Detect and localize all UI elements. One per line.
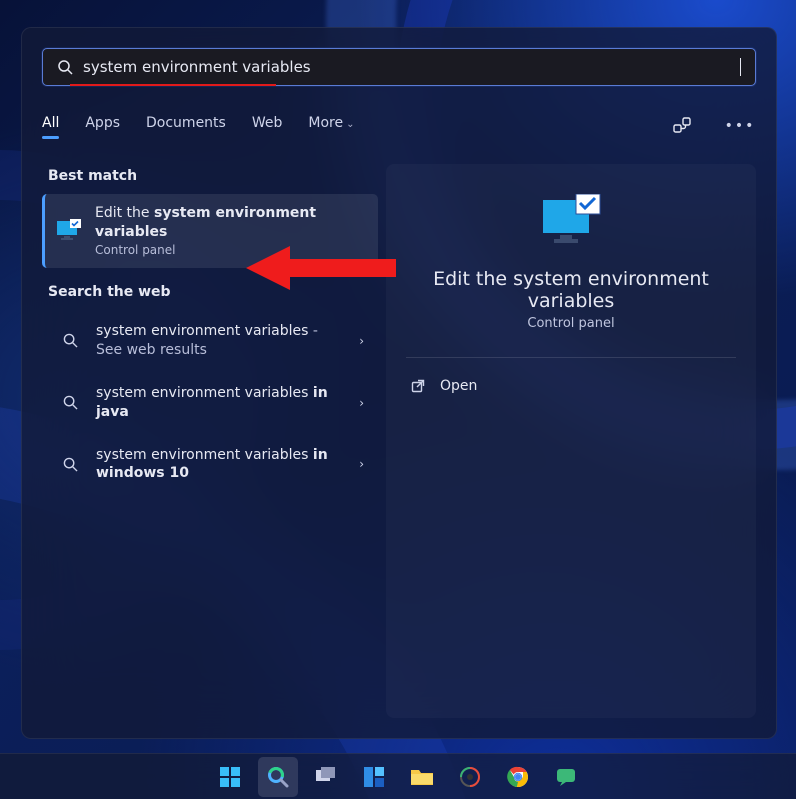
control-panel-monitor-icon	[55, 219, 83, 243]
preview-title: Edit the system environment variables	[406, 268, 736, 312]
title-prefix: Edit the	[95, 205, 154, 221]
taskbar-start-button[interactable]	[210, 757, 250, 797]
preview-pane: Edit the system environment variables Co…	[386, 164, 756, 718]
text-caret	[740, 58, 741, 76]
search-scope-tabs: All Apps Documents Web More⌄ •••	[42, 110, 756, 142]
search-icon	[56, 457, 84, 472]
web-result[interactable]: system environment variables in java ›	[42, 372, 378, 434]
web-result[interactable]: system environment variables - See web r…	[42, 310, 378, 372]
chevron-right-icon[interactable]: ›	[359, 396, 364, 410]
search-icon	[57, 59, 73, 75]
taskbar-chrome-button[interactable]	[498, 757, 538, 797]
search-flyout: All Apps Documents Web More⌄ ••• Best ma…	[21, 27, 777, 739]
web-result-text: system environment variables in java	[96, 384, 347, 422]
search-icon	[56, 395, 84, 410]
search-box[interactable]	[42, 48, 756, 86]
tab-more[interactable]: More⌄	[308, 115, 354, 137]
tab-all[interactable]: All	[42, 115, 59, 137]
tab-apps[interactable]: Apps	[85, 115, 120, 137]
best-match-result[interactable]: Edit the system environment variables Co…	[42, 194, 378, 268]
more-options-button[interactable]: •••	[724, 110, 756, 142]
search-flow-icon[interactable]	[666, 110, 698, 142]
open-external-icon	[410, 378, 426, 394]
search-icon	[56, 333, 84, 348]
taskbar-search-button[interactable]	[258, 757, 298, 797]
divider	[406, 357, 736, 358]
taskbar	[0, 753, 796, 799]
chevron-right-icon[interactable]: ›	[359, 457, 364, 471]
tab-documents[interactable]: Documents	[146, 115, 226, 137]
open-action-label: Open	[440, 378, 477, 394]
web-result-text: system environment variables in windows …	[96, 446, 347, 484]
open-action[interactable]: Open	[406, 370, 736, 402]
tab-more-label: More	[308, 115, 343, 131]
taskbar-app-button[interactable]	[450, 757, 490, 797]
web-result-text: system environment variables - See web r…	[96, 322, 347, 360]
control-panel-monitor-icon	[540, 194, 602, 250]
annotation-underline	[70, 84, 276, 86]
preview-subtitle: Control panel	[527, 316, 614, 331]
taskbar-chat-button[interactable]	[546, 757, 586, 797]
best-match-title: Edit the system environment variables	[95, 204, 366, 242]
best-match-subtitle: Control panel	[95, 242, 366, 258]
taskbar-widgets-button[interactable]	[354, 757, 394, 797]
search-web-heading: Search the web	[48, 284, 378, 300]
taskbar-file-explorer-button[interactable]	[402, 757, 442, 797]
web-result[interactable]: system environment variables in windows …	[42, 434, 378, 496]
search-input[interactable]	[83, 58, 730, 76]
taskbar-task-view-button[interactable]	[306, 757, 346, 797]
results-column: Best match Edit the system environment v…	[42, 164, 378, 718]
best-match-heading: Best match	[48, 168, 378, 184]
chevron-down-icon: ⌄	[346, 119, 354, 130]
chevron-right-icon[interactable]: ›	[359, 334, 364, 348]
tab-web[interactable]: Web	[252, 115, 283, 137]
ellipsis-icon: •••	[725, 118, 756, 134]
